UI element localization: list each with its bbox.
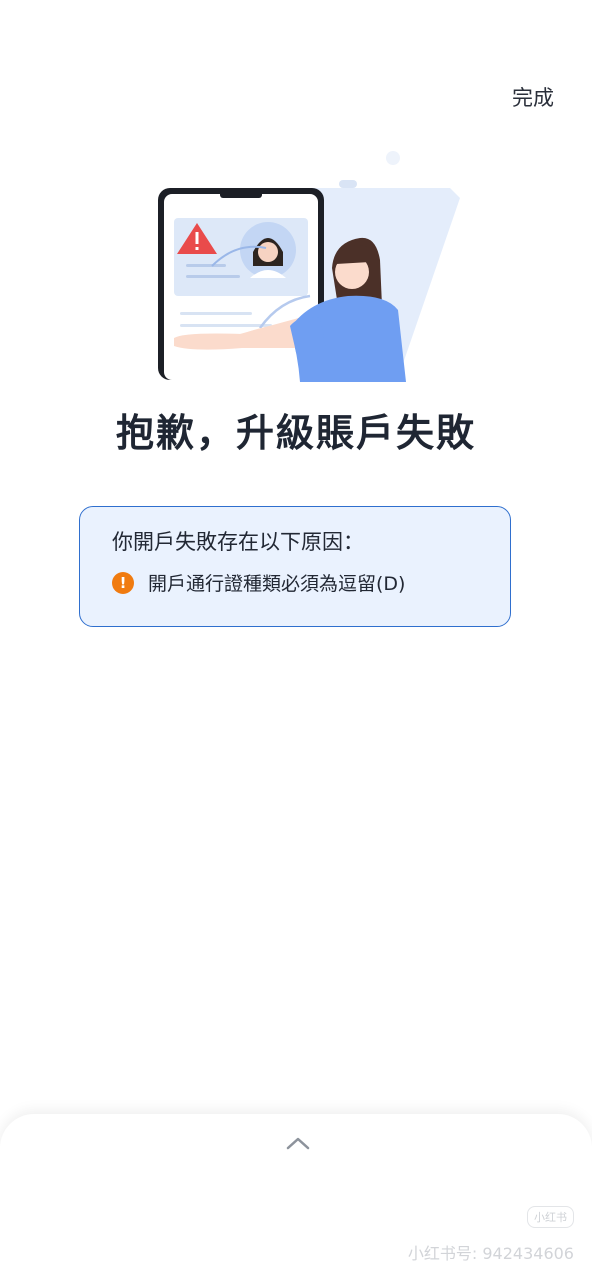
- watermark-text: 小红书号: 942434606: [407, 1244, 574, 1263]
- warning-icon: !: [112, 571, 134, 594]
- bottom-sheet[interactable]: 小红书 小红书号: 942434606: [0, 1114, 592, 1280]
- reasons-heading: 你開戶失敗存在以下原因：: [112, 530, 364, 554]
- reason-text: 開戶通行證種類必須為逗留(D): [148, 573, 406, 595]
- reason-item: ! 開戶通行證種類必須為逗留(D): [112, 569, 405, 596]
- done-button[interactable]: 完成: [512, 82, 554, 112]
- page-title: 抱歉，升級賬戶失敗: [115, 411, 476, 455]
- failure-reasons-box: 你開戶失敗存在以下原因： ! 開戶通行證種類必須為逗留(D): [79, 506, 511, 627]
- watermark-badge: 小红书: [527, 1206, 574, 1228]
- upgrade-failed-illustration: [158, 151, 460, 382]
- chevron-up-icon[interactable]: [286, 1136, 310, 1150]
